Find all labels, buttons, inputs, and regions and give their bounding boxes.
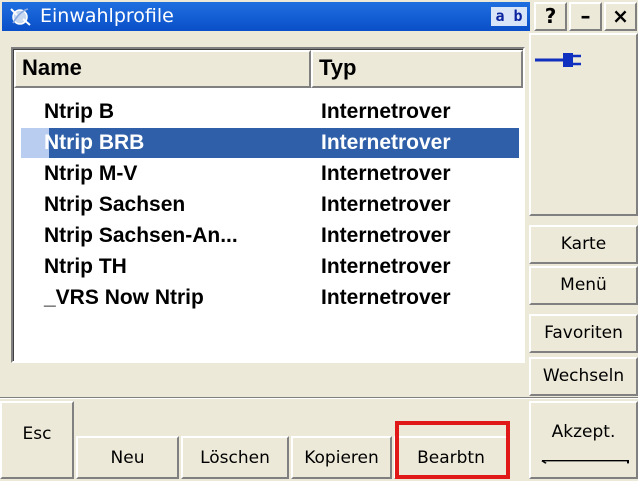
status-panel bbox=[529, 33, 638, 216]
title-bar-background: Einwahlprofile bbox=[2, 2, 530, 31]
profile-type: Internetrover bbox=[321, 286, 451, 309]
title-bar: Einwahlprofile a b ? – × bbox=[0, 0, 638, 33]
profile-name: _VRS Now Ntrip bbox=[44, 286, 204, 309]
escape-button[interactable]: Esc bbox=[0, 401, 74, 479]
profile-type: Internetrover bbox=[321, 162, 451, 185]
favorites-button[interactable]: Favoriten bbox=[529, 314, 638, 353]
list-item[interactable]: _VRS Now Ntrip Internetrover bbox=[14, 283, 524, 313]
bottom-divider bbox=[0, 397, 638, 399]
list-item[interactable]: Ntrip Sachsen-An... Internetrover bbox=[14, 221, 524, 251]
enter-key-icon bbox=[541, 460, 629, 464]
minimize-button[interactable]: – bbox=[569, 2, 602, 31]
profile-name: Ntrip M-V bbox=[44, 162, 138, 185]
escape-label: Esc bbox=[22, 424, 52, 444]
input-mode-indicator[interactable]: a b bbox=[491, 7, 527, 26]
profile-type: Internetrover bbox=[321, 224, 451, 247]
list-item[interactable]: Ntrip M-V Internetrover bbox=[14, 159, 524, 189]
profile-name: Ntrip TH bbox=[44, 255, 127, 278]
profile-type: Internetrover bbox=[321, 131, 451, 154]
map-button[interactable]: Karte bbox=[529, 225, 638, 264]
accept-button[interactable]: Akzept. bbox=[529, 401, 638, 479]
window-title: Einwahlprofile bbox=[40, 5, 174, 27]
plug-icon bbox=[535, 53, 581, 67]
profile-list[interactable]: Name Typ Ntrip B Internetrover Ntrip BRB… bbox=[11, 47, 525, 363]
new-button[interactable]: Neu bbox=[76, 436, 179, 479]
delete-button[interactable]: Löschen bbox=[181, 436, 289, 479]
column-header-name[interactable]: Name bbox=[14, 50, 311, 88]
list-header: Name Typ bbox=[14, 50, 523, 88]
accept-label: Akzept. bbox=[551, 422, 616, 442]
list-item[interactable]: Ntrip TH Internetrover bbox=[14, 252, 524, 282]
list-item[interactable]: Ntrip Sachsen Internetrover bbox=[14, 190, 524, 220]
help-button[interactable]: ? bbox=[534, 2, 567, 31]
profile-name: Ntrip BRB bbox=[44, 131, 145, 154]
profile-name: Ntrip Sachsen bbox=[44, 193, 186, 216]
column-header-type[interactable]: Typ bbox=[311, 50, 523, 88]
close-button[interactable]: × bbox=[604, 2, 637, 31]
satellite-icon bbox=[10, 8, 31, 26]
profile-type: Internetrover bbox=[321, 255, 451, 278]
profile-type: Internetrover bbox=[321, 193, 451, 216]
list-item-selected[interactable]: Ntrip BRB Internetrover bbox=[14, 128, 524, 158]
menu-button[interactable]: Menü bbox=[529, 266, 638, 305]
edit-button[interactable]: Bearbtn bbox=[394, 436, 508, 479]
switch-button[interactable]: Wechseln bbox=[529, 357, 638, 396]
list-item[interactable]: Ntrip B Internetrover bbox=[14, 97, 524, 127]
profile-type: Internetrover bbox=[321, 100, 451, 123]
profile-name: Ntrip B bbox=[44, 100, 114, 123]
profile-name: Ntrip Sachsen-An... bbox=[44, 224, 238, 247]
copy-button[interactable]: Kopieren bbox=[291, 436, 392, 479]
